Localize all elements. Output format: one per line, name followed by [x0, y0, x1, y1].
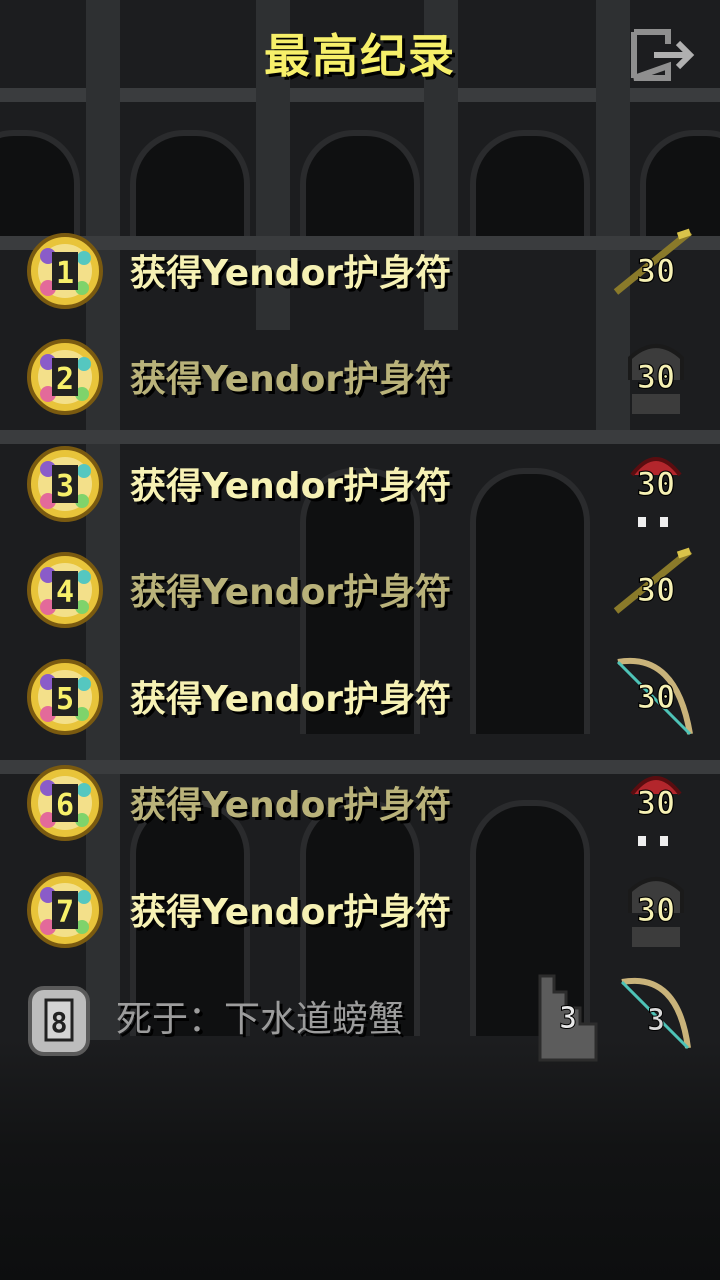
staff-icon: 30	[608, 222, 704, 322]
red-hood-icon: 30	[608, 754, 704, 854]
rank-number: 2	[56, 362, 74, 397]
hero-level: 30	[637, 252, 676, 290]
record-row[interactable]: 5 获得Yendor护身符 30	[0, 648, 720, 748]
exit-button[interactable]	[628, 26, 702, 84]
rank-number: 6	[56, 788, 74, 823]
page-title: 最高纪录	[264, 29, 456, 83]
record-label: 获得Yendor护身符	[130, 679, 452, 720]
record-label: 获得Yendor护身符	[130, 466, 452, 507]
svg-text:3: 3	[559, 1001, 577, 1036]
rank-number: 4	[56, 575, 74, 610]
record-row[interactable]: 1 获得Yendor护身符 30	[0, 222, 720, 322]
rank-number: 3	[56, 469, 74, 504]
hero-level: 30	[637, 891, 676, 929]
record-row[interactable]: 6 获得Yendor护身符 30	[0, 754, 720, 854]
exit-icon	[631, 29, 695, 81]
record-row[interactable]: 2 获得Yendor护身符 30	[0, 328, 720, 428]
helmet-icon: 30	[608, 328, 704, 428]
gravestone-icon: 8	[26, 978, 92, 1058]
helmet-icon: 30	[608, 861, 704, 961]
red-hood-icon: 30	[608, 435, 704, 535]
rank-number: 7	[56, 895, 74, 930]
staff-icon: 30	[608, 541, 704, 641]
amulet-medal-icon: 4	[26, 551, 104, 629]
record-label: 获得Yendor护身符	[130, 359, 452, 400]
amulet-medal-icon: 6	[26, 764, 104, 842]
rank-number: 5	[56, 682, 74, 717]
record-label: 死于：下水道螃蟹	[116, 999, 405, 1040]
amulet-medal-icon: 3	[26, 445, 104, 523]
amulet-medal-icon: 7	[26, 871, 104, 949]
bow-icon: 3	[608, 968, 704, 1068]
amulet-medal-icon: 1	[26, 232, 104, 310]
hero-level: 30	[637, 358, 676, 396]
record-row-latest[interactable]: 8 死于：下水道螃蟹 3 3	[0, 968, 720, 1068]
svg-text:3: 3	[647, 1003, 665, 1038]
record-row[interactable]: 7 获得Yendor护身符 30	[0, 861, 720, 961]
amulet-medal-icon: 5	[26, 658, 104, 736]
record-row[interactable]: 4 获得Yendor护身符 30	[0, 541, 720, 641]
record-label: 获得Yendor护身符	[130, 785, 452, 826]
record-label: 获得Yendor护身符	[130, 572, 452, 613]
record-row[interactable]: 3 获得Yendor护身符 30	[0, 435, 720, 535]
hero-level: 30	[637, 784, 676, 822]
bow-icon: 30	[608, 648, 704, 748]
hero-level: 30	[637, 678, 676, 716]
amulet-medal-icon: 2	[26, 338, 104, 416]
hero-level: 30	[637, 465, 676, 503]
depth-icon: 3	[530, 968, 610, 1068]
record-label: 获得Yendor护身符	[130, 892, 452, 933]
rank-number: 1	[56, 256, 74, 291]
hero-level: 30	[637, 571, 676, 609]
svg-text:8: 8	[51, 1006, 68, 1039]
record-label: 获得Yendor护身符	[130, 253, 452, 294]
